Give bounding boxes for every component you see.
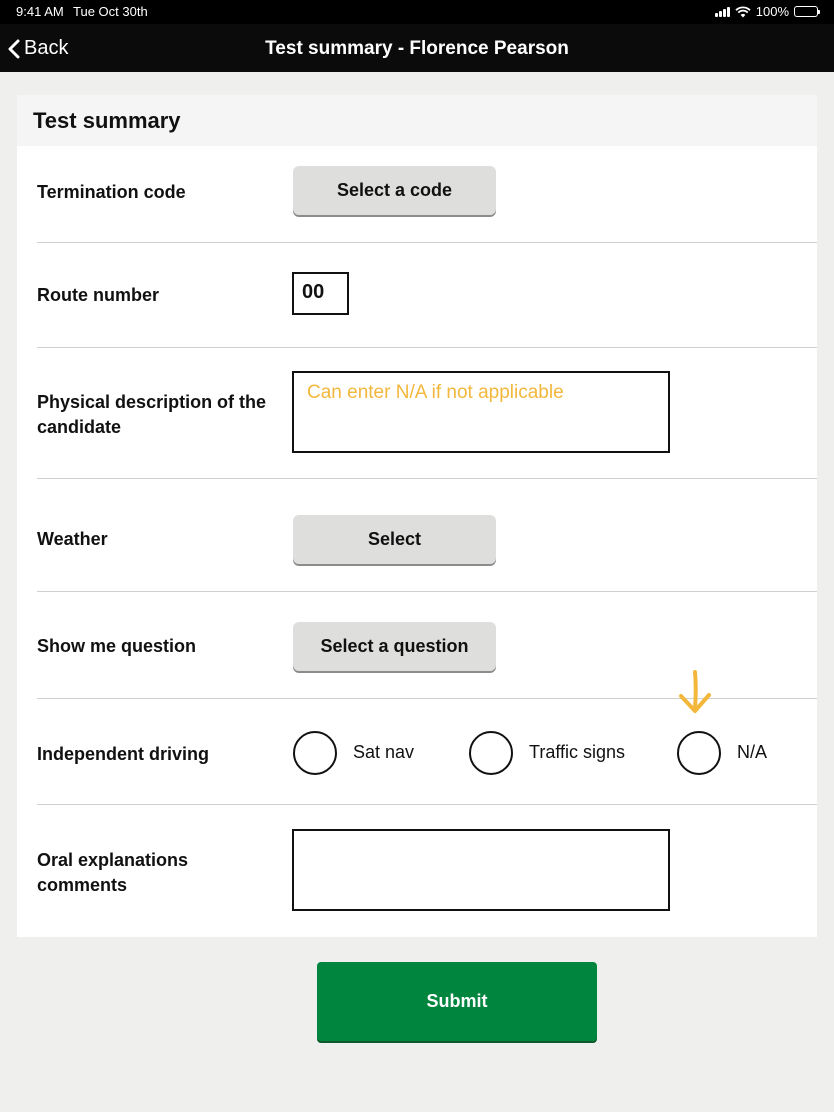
card-heading: Test summary [33,108,181,133]
select-question-button[interactable]: Select a question [293,622,496,671]
radio-traffic-signs[interactable] [469,731,513,775]
select-code-button[interactable]: Select a code [293,166,496,215]
status-date: Tue Oct 30th [73,4,148,19]
independent-driving-label: Independent driving [37,744,210,764]
submit-button[interactable]: Submit [317,962,597,1041]
physical-description-placeholder: Can enter N/A if not applicable [307,382,564,403]
wifi-icon [735,5,751,17]
radio-na[interactable] [677,731,721,775]
row-oral-explanations: Oral explanations comments [37,805,817,937]
page-title: Test summary - Florence Pearson [265,38,569,59]
battery-icon [794,6,820,17]
radio-sat-nav[interactable] [293,731,337,775]
status-time: 9:41 AM [16,4,64,19]
battery-percent: 100% [755,4,789,19]
nav-bar: Back Test summary - Florence Pearson [0,24,834,72]
physical-description-input[interactable]: Can enter N/A if not applicable [292,371,670,453]
test-summary-card: Test summary Termination code Select a c… [17,95,817,937]
radio-label-traffic-signs: Traffic signs [529,742,626,762]
radio-label-na: N/A [737,742,768,762]
status-bar: 9:41 AM Tue Oct 30th 100% [0,0,834,24]
oral-explanations-label: Oral explanations comments [37,850,189,895]
radio-label-sat-nav: Sat nav [353,742,415,762]
row-termination-code: Termination code Select a code [37,146,817,243]
show-me-question-label: Show me question [37,636,197,656]
status-indicators: 100% [714,4,820,19]
route-number-label: Route number [37,285,160,305]
row-physical-description: Physical description of the candidate Ca… [37,348,817,479]
signal-icon [714,6,730,17]
card-header: Test summary [17,95,817,146]
select-weather-button[interactable]: Select [293,515,496,564]
oral-explanations-input[interactable] [292,829,670,911]
physical-description-label: Physical description of the candidate [37,392,267,437]
row-weather: Weather Select [37,479,817,592]
weather-label: Weather [37,529,108,549]
down-arrow-annotation-icon [679,670,711,713]
route-number-input[interactable]: 00 [292,272,349,315]
termination-code-label: Termination code [37,182,186,202]
row-route-number: Route number 00 [37,243,817,348]
